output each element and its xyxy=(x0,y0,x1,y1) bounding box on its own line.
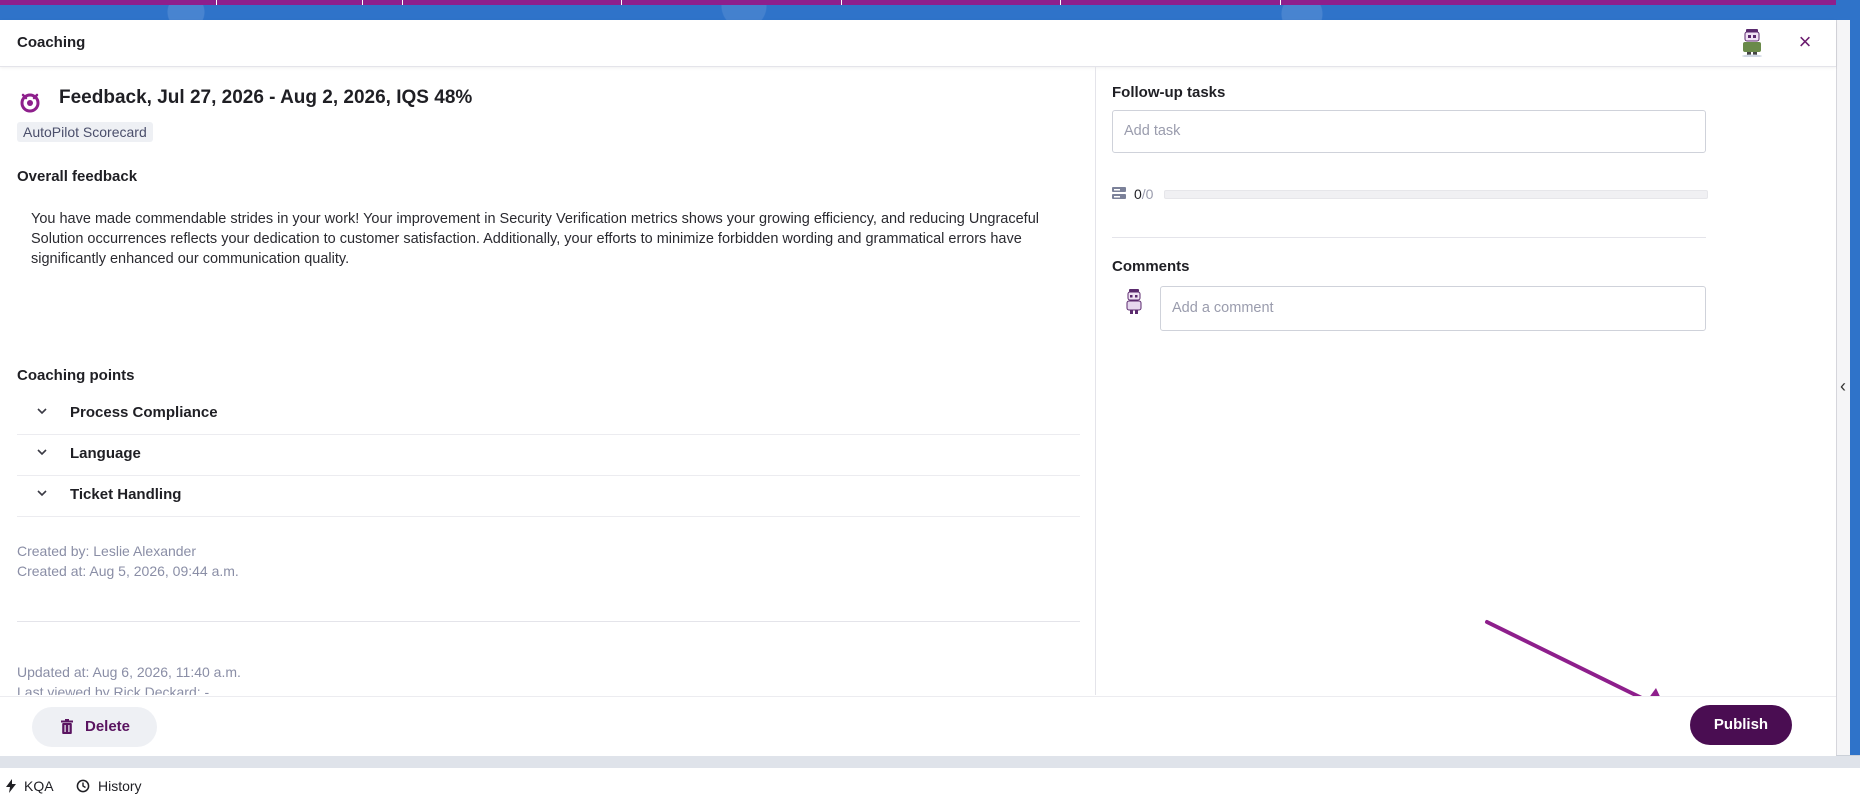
tasks-progress-icon xyxy=(1112,187,1126,199)
chevron-left-icon[interactable]: ‹ xyxy=(1836,372,1850,400)
overall-feedback-heading: Overall feedback xyxy=(17,168,138,185)
bottom-app-bar: KQA History xyxy=(0,768,1860,806)
feedback-icon xyxy=(20,93,40,113)
coaching-point-label: Language xyxy=(70,445,141,462)
kqa-label: KQA xyxy=(24,778,54,794)
coaching-point-ticket-handling[interactable]: Ticket Handling xyxy=(17,476,1080,517)
tasks-progress-count: 0/0 xyxy=(1134,186,1154,202)
delete-button[interactable]: Delete xyxy=(32,707,157,747)
last-viewed: Last viewed by Rick Deckard: - xyxy=(17,684,210,695)
feedback-pane: Feedback, Jul 27, 2026 - Aug 2, 2026, IQ… xyxy=(0,67,1096,695)
top-background-band xyxy=(0,0,1860,20)
feedback-title: Feedback, Jul 27, 2026 - Aug 2, 2026, IQ… xyxy=(59,87,473,108)
clock-icon xyxy=(76,779,90,793)
coaching-point-label: Ticket Handling xyxy=(70,486,182,503)
add-comment-input[interactable]: Add a comment xyxy=(1160,286,1706,331)
modal-footer: Delete Publish xyxy=(0,696,1836,756)
bolt-icon xyxy=(6,779,16,793)
close-icon: × xyxy=(1798,29,1812,54)
tab-separator xyxy=(621,0,622,5)
tasks-progress: 0/0 xyxy=(1112,186,1708,202)
delete-button-label: Delete xyxy=(85,718,131,735)
avatar[interactable] xyxy=(1741,29,1763,57)
coaching-point-label: Process Compliance xyxy=(70,404,218,421)
avatar xyxy=(1126,289,1142,314)
tasks-comments-pane: Follow-up tasks Add task 0/0 Comments Ad… xyxy=(1096,67,1836,695)
comments-heading: Comments xyxy=(1112,258,1190,275)
right-edge-strip: ‹ xyxy=(1836,0,1860,768)
history-label: History xyxy=(98,778,142,794)
modal-header: Coaching × xyxy=(0,20,1836,67)
coaching-points-heading: Coaching points xyxy=(17,367,135,384)
coaching-point-process-compliance[interactable]: Process Compliance xyxy=(17,394,1080,435)
coaching-point-language[interactable]: Language xyxy=(17,435,1080,476)
tab-separator xyxy=(841,0,842,5)
tab-separator xyxy=(402,0,403,5)
close-button[interactable]: × xyxy=(1792,30,1818,56)
section-divider xyxy=(17,621,1080,622)
trash-icon xyxy=(61,719,73,734)
created-at: Created at: Aug 5, 2026, 09:44 a.m. xyxy=(17,563,239,579)
follow-up-tasks-heading: Follow-up tasks xyxy=(1112,84,1226,101)
overall-feedback-text: You have made commendable strides in you… xyxy=(31,211,1039,267)
chevron-down-icon xyxy=(37,449,47,456)
tab-separator xyxy=(1060,0,1061,5)
tab-separator xyxy=(362,0,363,5)
top-accent-bar xyxy=(0,0,1836,5)
tab-separator xyxy=(1280,0,1281,5)
created-by: Created by: Leslie Alexander xyxy=(17,543,196,559)
modal-title: Coaching xyxy=(17,34,86,51)
publish-button[interactable]: Publish xyxy=(1690,705,1792,745)
coaching-modal: Coaching × Feedback, Jul 27, 2026 - Aug … xyxy=(0,20,1837,756)
background-strip xyxy=(0,755,1860,769)
scorecard-tag: AutoPilot Scorecard xyxy=(17,122,153,142)
updated-at: Updated at: Aug 6, 2026, 11:40 a.m. xyxy=(17,664,241,680)
add-task-input[interactable]: Add task xyxy=(1112,110,1706,153)
chevron-down-icon xyxy=(37,408,47,415)
chevron-down-icon xyxy=(37,490,47,497)
section-divider xyxy=(1112,237,1706,238)
tab-separator xyxy=(216,0,217,5)
tasks-progress-bar xyxy=(1164,190,1708,199)
